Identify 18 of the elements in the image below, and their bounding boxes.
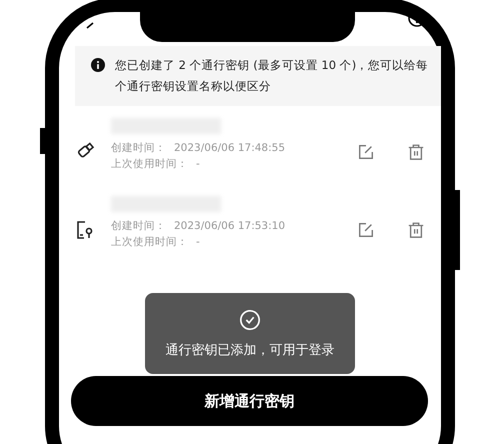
last-used-label: 上次使用时间： — [111, 157, 188, 172]
trash-icon[interactable] — [407, 221, 425, 239]
last-used-time: - — [196, 235, 200, 250]
created-time: 2023/06/06 17:48:55 — [174, 141, 286, 156]
toast-message: 通行密钥已添加，可用于登录 — [166, 342, 334, 358]
created-time: 2023/06/06 17:53:10 — [174, 219, 286, 234]
edit-icon[interactable] — [357, 221, 375, 239]
info-icon — [91, 58, 105, 72]
created-label: 创建时间： — [111, 141, 166, 156]
last-used-time: - — [196, 157, 200, 172]
info-text: 您已创建了 2 个通行密钥 (最多可设置 10 个)，您可以给每个通行密钥设置名称以便区分 — [115, 57, 430, 95]
check-circle-icon — [239, 308, 261, 330]
add-passkey-button[interactable]: 新增通行密钥 — [71, 376, 428, 426]
phone-key-icon — [75, 220, 95, 240]
edit-icon[interactable] — [357, 143, 375, 161]
last-used-label: 上次使用时间： — [111, 235, 188, 250]
trash-icon[interactable] — [407, 143, 425, 161]
created-label: 创建时间： — [111, 219, 166, 234]
